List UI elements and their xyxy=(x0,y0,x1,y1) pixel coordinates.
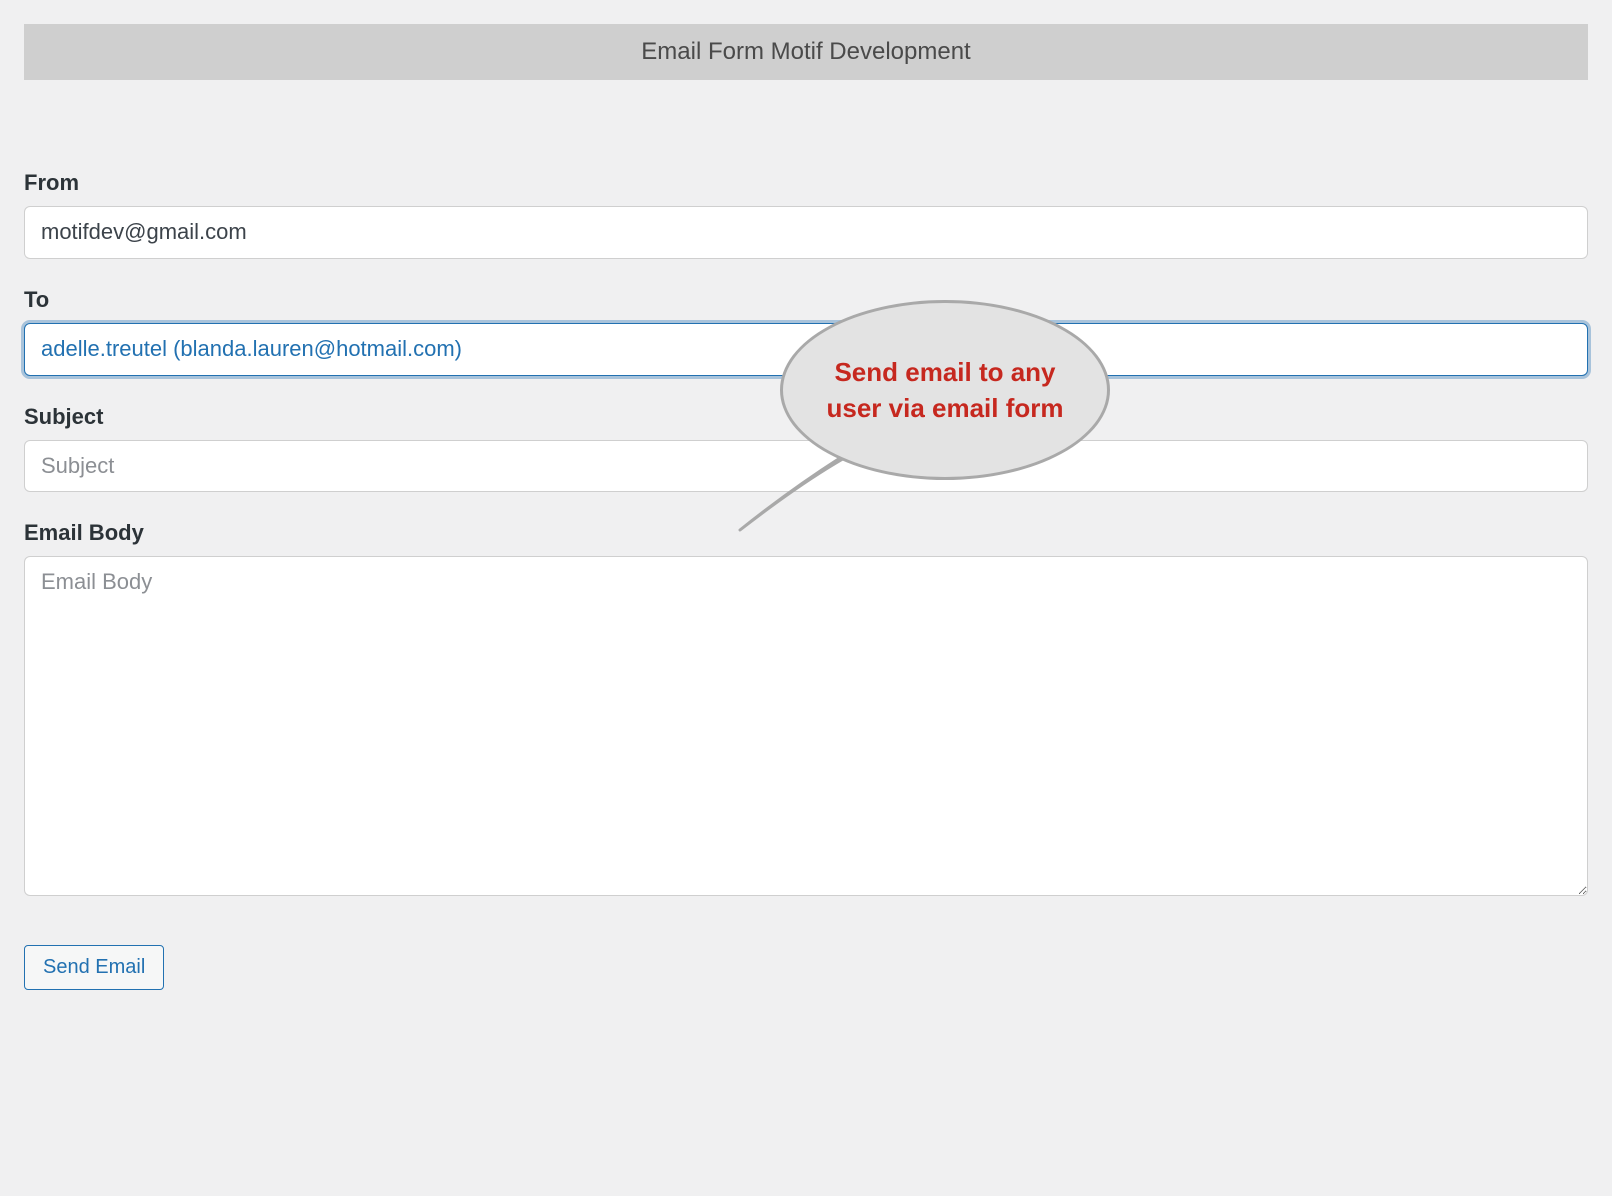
to-label: To xyxy=(24,287,1588,313)
send-email-button[interactable]: Send Email xyxy=(24,945,164,990)
email-body-textarea[interactable] xyxy=(24,556,1588,896)
from-label: From xyxy=(24,170,1588,196)
page-title: Email Form Motif Development xyxy=(641,38,970,66)
page-header: Email Form Motif Development xyxy=(24,24,1588,80)
subject-input[interactable] xyxy=(24,440,1588,493)
callout-bubble: Send email to any user via email form xyxy=(780,300,1110,480)
email-body-label: Email Body xyxy=(24,520,1588,546)
callout-text: Send email to any user via email form xyxy=(811,354,1079,427)
from-input[interactable] xyxy=(24,206,1588,259)
